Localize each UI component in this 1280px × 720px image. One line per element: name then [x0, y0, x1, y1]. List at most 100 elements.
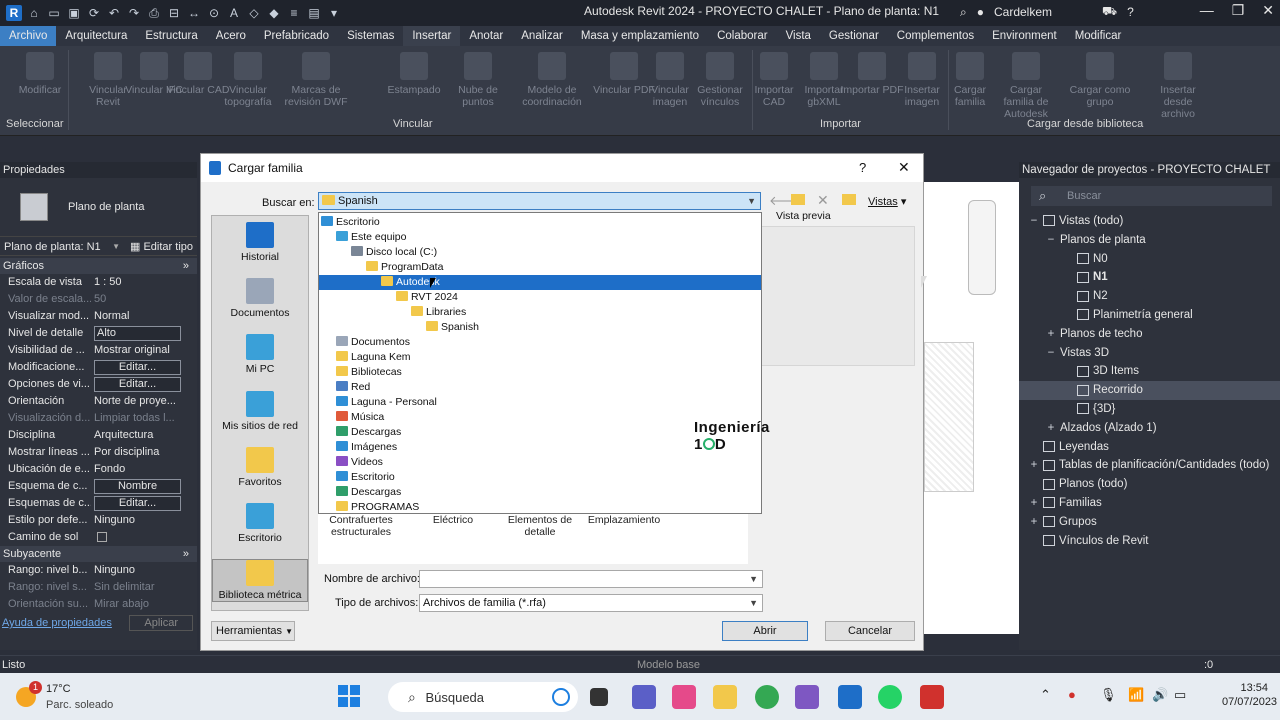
section-underlay[interactable]: Subyacente » — [0, 546, 197, 562]
ribbon-tool-cargar-como-grupo[interactable]: Cargar como grupo — [1068, 50, 1132, 108]
tab-vista[interactable]: Vista — [777, 26, 820, 46]
ribbon-tool-marcas-de-revisión-dwf[interactable]: Marcas de revisión DWF — [284, 50, 348, 108]
dropdown-item[interactable]: Descargas — [336, 485, 401, 500]
snipping-tool-icon[interactable] — [672, 685, 696, 709]
text-icon[interactable]: A — [226, 5, 242, 21]
ribbon-tool-cargar-familia-de-autodesk[interactable]: Cargar familia de Autodesk — [994, 50, 1058, 120]
property-row[interactable]: Mostrar líneas ... Por disciplina — [0, 444, 197, 461]
file-list[interactable]: Contrafuertes estructurales Eléctrico Elem… — [318, 514, 748, 564]
save-icon[interactable]: ▣ — [66, 5, 82, 21]
tab-gestionar[interactable]: Gestionar — [820, 26, 888, 46]
tree-node[interactable]: + Familias — [1019, 494, 1280, 513]
task-view-icon[interactable] — [590, 688, 608, 706]
property-row[interactable]: Estilo por defe... Ninguno — [0, 512, 197, 529]
tree-node[interactable]: − Planos de planta — [1019, 231, 1280, 250]
expand-icon[interactable]: + — [1029, 513, 1039, 532]
tree-node[interactable]: N0 — [1019, 250, 1280, 269]
tab-arquitectura[interactable]: Arquitectura — [56, 26, 136, 46]
properties-help-link[interactable]: Ayuda de propiedades — [0, 617, 112, 629]
close-button[interactable]: ✕ — [898, 159, 910, 176]
property-value-field[interactable]: Editar... — [94, 360, 181, 375]
tab-archivo[interactable]: Archivo — [0, 26, 57, 46]
filetype-select[interactable]: Archivos de familia (*.rfa) ▼ — [419, 594, 763, 612]
property-row[interactable]: Visibilidad de ... Mostrar original — [0, 342, 197, 359]
property-row[interactable]: Orientación su... Mirar abajo — [0, 596, 197, 613]
dimension-icon[interactable]: ↔ — [186, 5, 202, 21]
up-folder-icon[interactable] — [791, 194, 805, 205]
dropdown-item[interactable]: Imágenes — [336, 440, 397, 455]
section-graphics[interactable]: Gráficos » — [0, 258, 197, 274]
clipchamp-icon[interactable] — [795, 685, 819, 709]
tree-node[interactable]: Vínculos de Revit — [1019, 532, 1280, 551]
help-icon[interactable]: ? — [1127, 5, 1134, 19]
revit-logo-icon[interactable]: R — [6, 5, 22, 21]
property-row[interactable]: Camino de sol — [0, 529, 197, 546]
tree-node[interactable]: + Tablas de planificación/Cantidades (tod… — [1019, 456, 1280, 475]
place-documentos[interactable]: Documentos — [212, 278, 308, 319]
open-button[interactable]: Abrir — [722, 621, 808, 641]
thin-lines-icon[interactable]: ≡ — [286, 5, 302, 21]
dropdown-item[interactable]: Bibliotecas — [336, 365, 402, 380]
dropdown-item[interactable]: Red — [336, 380, 370, 395]
collapse-icon[interactable]: − — [1046, 344, 1056, 363]
expand-icon[interactable]: + — [1029, 494, 1039, 513]
instance-selector[interactable]: Plano de planta: N1 ▼ — [0, 237, 124, 255]
dropdown-item[interactable]: Laguna - Personal — [336, 395, 437, 410]
property-value-field[interactable]: Alto — [94, 326, 181, 341]
tree-node[interactable]: − Vistas (todo) — [1019, 212, 1280, 231]
expand-icon[interactable]: + — [1029, 456, 1039, 475]
file-list-item[interactable]: Contrafuertes estructurales — [326, 514, 396, 538]
ribbon-tool-insertar-desde-archivo[interactable]: Insertar desde archivo — [1146, 50, 1210, 120]
tree-node[interactable]: 3D Items — [1019, 362, 1280, 381]
property-row[interactable]: Disciplina Arquitectura — [0, 427, 197, 444]
delete-icon[interactable]: ✕ — [817, 192, 829, 209]
type-selector[interactable]: Plano de planta — [0, 178, 197, 236]
undo-icon[interactable]: ↶ — [106, 5, 122, 21]
drawing-canvas[interactable] — [924, 182, 1019, 634]
tab-analizar[interactable]: Analizar — [512, 26, 572, 46]
tab-environment[interactable]: Environment — [983, 26, 1066, 46]
file-explorer-icon[interactable] — [713, 685, 737, 709]
teams-icon[interactable] — [632, 685, 656, 709]
weather-widget[interactable]: 1 17°C Parc. soleado — [12, 679, 132, 715]
restore-icon[interactable]: ❐ — [1232, 2, 1245, 19]
dropdown-item[interactable]: Autodesk — [319, 275, 761, 290]
help-button[interactable]: ? — [859, 160, 866, 175]
section-icon[interactable]: ◆ — [266, 5, 282, 21]
dropdown-item[interactable]: Laguna Kem — [336, 350, 411, 365]
minimize-icon[interactable]: — — [1200, 2, 1214, 19]
ribbon-tool-modificar[interactable]: Modificar — [8, 50, 72, 96]
dropdown-item[interactable]: RVT 2024 — [396, 290, 458, 305]
tab-anotar[interactable]: Anotar — [460, 26, 512, 46]
property-row[interactable]: Escala de vista 1 : 50 — [0, 274, 197, 291]
property-row[interactable]: Modificacione... Editar... — [0, 359, 197, 376]
navigation-bar[interactable] — [968, 200, 996, 295]
dropdown-item[interactable]: Libraries — [411, 305, 466, 320]
checkbox[interactable] — [97, 532, 107, 543]
expand-icon[interactable]: + — [1046, 419, 1056, 438]
open-icon[interactable]: ▭ — [46, 5, 62, 21]
file-list-item[interactable]: Eléctrico — [414, 514, 492, 526]
tab-sistemas[interactable]: Sistemas — [338, 26, 403, 46]
sync-icon[interactable]: ⟳ — [86, 5, 102, 21]
tab-colaborar[interactable]: Colaborar — [708, 26, 777, 46]
tab-modificar[interactable]: Modificar — [1066, 26, 1131, 46]
property-value-field[interactable]: Editar... — [94, 496, 181, 511]
user-name[interactable]: Cardelkem — [994, 5, 1052, 19]
binoculars-icon[interactable]: ⌕ — [960, 5, 967, 20]
print-icon[interactable]: ⎙ — [146, 5, 162, 21]
ribbon-tool-vincular-topografía[interactable]: Vincular topografía — [216, 50, 280, 108]
cart-icon[interactable]: ⛟ — [1102, 4, 1117, 20]
tag-icon[interactable]: ⊙ — [206, 5, 222, 21]
battery-icon[interactable]: ▭ — [1174, 687, 1186, 703]
dropdown-item[interactable]: Disco local (C:) — [351, 245, 437, 260]
collapse-icon[interactable]: − — [1046, 231, 1056, 250]
ribbon-tool-estampado[interactable]: Estampado — [382, 50, 446, 96]
property-row[interactable]: Visualizar mod... Normal — [0, 308, 197, 325]
dropdown-item[interactable]: Documentos — [336, 335, 410, 350]
file-list-item[interactable]: Elementos de detalle — [498, 514, 582, 538]
browser-search-input[interactable]: ⌕ Buscar — [1031, 186, 1272, 206]
tree-node[interactable]: {3D} — [1019, 400, 1280, 419]
dropdown-item[interactable]: ProgramData — [366, 260, 443, 275]
tab-estructura[interactable]: Estructura — [136, 26, 206, 46]
